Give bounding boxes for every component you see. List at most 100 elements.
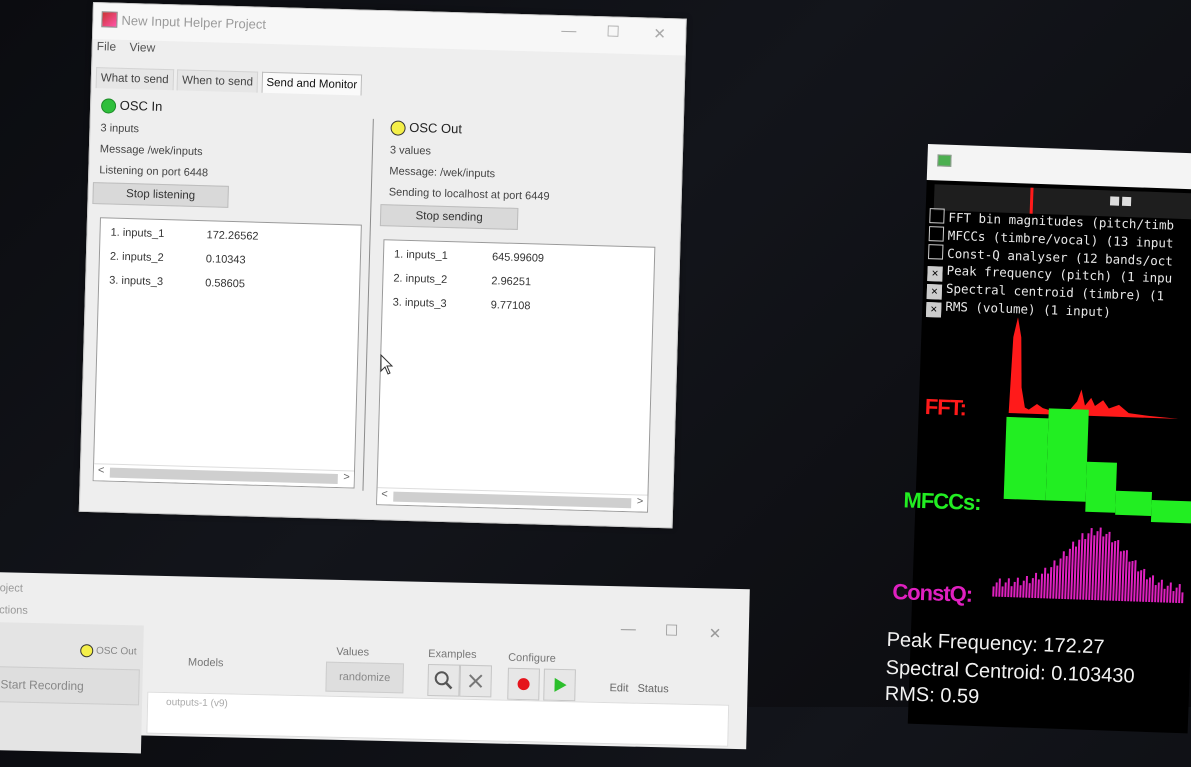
tab-strip: What to send When to send Send and Monit… (95, 67, 363, 98)
osc-in-status-icon (100, 98, 117, 114)
constq-bar (1172, 591, 1175, 603)
wekinator-window: oject ctions — ☐ ✕ OSC Out Start Recordi… (0, 572, 750, 754)
constq-bar (1157, 582, 1160, 603)
checkbox-icon[interactable] (928, 226, 945, 242)
row-name: 2. inputs_2 (109, 250, 164, 265)
row-name: 3. inputs_3 (392, 296, 447, 310)
constq-bar (1004, 582, 1007, 598)
constq-bar (1163, 588, 1166, 603)
constq-bar (1169, 582, 1172, 603)
osc-in-list[interactable]: 1. inputs_1 172.26562 2. inputs_2 0.1034… (92, 217, 362, 489)
fft-marker (1029, 187, 1034, 214)
edit-label[interactable]: Edit (609, 682, 628, 694)
stop-listening-button[interactable]: Stop listening (92, 182, 229, 208)
scroll-right-icon[interactable]: > (637, 495, 644, 507)
row-name: 1. inputs_1 (393, 248, 449, 263)
osc-out-label: OSC Out (95, 645, 137, 658)
delete-examples-button[interactable] (459, 664, 493, 698)
constq-bar (1067, 548, 1071, 600)
minimize-icon[interactable]: — (621, 620, 636, 637)
row-value: 2.96251 (491, 275, 532, 289)
run-button[interactable] (543, 668, 576, 702)
record-sidebar: OSC Out Start Recording (0, 621, 144, 754)
mfcc-bars (1003, 408, 1191, 524)
row-value: 9.77108 (490, 299, 531, 313)
osc-in-listening: Listening on port 6448 (99, 164, 209, 180)
checkbox-icon[interactable] (929, 208, 945, 224)
settings-icon[interactable] (1109, 196, 1120, 206)
mouse-cursor-icon (380, 354, 394, 375)
record-icon (517, 678, 530, 691)
x-icon (468, 674, 483, 688)
constq-bar (1181, 592, 1184, 604)
osc-out-indicator: OSC Out (80, 644, 137, 658)
row-value: 0.10343 (205, 253, 246, 267)
randomize-button[interactable]: randomize (325, 661, 405, 694)
constq-bar (1028, 583, 1031, 598)
scroll-right-icon[interactable]: > (343, 471, 350, 483)
horizontal-scrollbar[interactable]: < > (377, 487, 648, 512)
status-label[interactable]: Status (637, 683, 668, 696)
scroll-thumb[interactable] (109, 467, 338, 485)
panel-divider (362, 118, 374, 491)
osc-out-panel: OSC Out 3 values Message: /wek/inputs Se… (379, 119, 671, 234)
maximize-icon[interactable]: ☐ (606, 22, 620, 40)
stop-sending-button[interactable]: Stop sending (379, 204, 519, 231)
close-icon[interactable]: ✕ (653, 25, 666, 43)
horizontal-scrollbar[interactable]: < > (93, 463, 355, 488)
list-item: 2. inputs_2 2.96251 (393, 272, 531, 288)
menu-file[interactable]: File (97, 39, 117, 54)
osc-in-label: OSC In (119, 97, 163, 114)
constq-bar (1142, 568, 1146, 602)
record-button[interactable] (507, 667, 540, 701)
app-icon (937, 154, 952, 167)
examples-label: Examples (428, 647, 477, 662)
scroll-left-icon[interactable]: < (381, 488, 388, 500)
feature-extractor-window: FFT bin magnitudes (pitch/timb MFCCs (ti… (884, 144, 1191, 734)
close-icon[interactable]: ✕ (709, 624, 722, 642)
menu-view[interactable]: View (129, 40, 155, 55)
constq-bar (1052, 560, 1056, 599)
constq-bar (1145, 579, 1148, 602)
start-recording-button[interactable]: Start Recording (0, 666, 140, 706)
constq-bar (1175, 587, 1178, 603)
osc-in-count: 3 inputs (100, 122, 140, 136)
window-icon[interactable] (1121, 196, 1132, 207)
constq-bar (1154, 585, 1157, 603)
constq-bar (1127, 561, 1131, 602)
tab-what-to-send[interactable]: What to send (95, 67, 174, 91)
constq-bar (1073, 546, 1078, 600)
title-bar (926, 144, 1191, 190)
list-item: 1. inputs_1 645.99609 (393, 248, 544, 265)
feature-visualizer (992, 317, 1191, 604)
scroll-thumb[interactable] (393, 491, 632, 509)
checkbox-icon[interactable] (927, 244, 944, 260)
constq-bar (1178, 584, 1181, 604)
tab-when-to-send[interactable]: When to send (176, 69, 259, 93)
search-examples-button[interactable] (427, 663, 461, 697)
list-item: 3. inputs_3 9.77108 (392, 296, 531, 312)
constq-bar (1001, 586, 1004, 597)
constq-bar (1049, 567, 1053, 599)
minimize-icon[interactable]: — (561, 22, 576, 39)
play-icon (554, 677, 567, 692)
list-item: 1. inputs_1 172.26562 (110, 227, 258, 243)
scroll-left-icon[interactable]: < (98, 464, 105, 476)
peak-frequency-readout: Peak Frequency: 172.27 (886, 628, 1105, 659)
constq-bar (1037, 579, 1040, 599)
row-value: 172.26562 (206, 229, 259, 243)
maximize-icon[interactable]: ☐ (665, 621, 679, 639)
constq-bar (1058, 558, 1062, 599)
menu-actions[interactable]: ctions (0, 604, 28, 617)
constq-bar (1166, 585, 1169, 603)
tab-send-and-monitor[interactable]: Send and Monitor (261, 71, 363, 96)
fft-spectrum (1008, 317, 1179, 419)
app-icon (101, 11, 118, 28)
osc-out-list[interactable]: 1. inputs_1 645.99609 2. inputs_2 2.9625… (376, 239, 656, 513)
model-name: outputs-1 (v9) (165, 697, 228, 710)
constq-bar (1010, 586, 1013, 598)
constq-bar (1136, 571, 1140, 602)
osc-out-status-icon (80, 644, 94, 658)
osc-out-label: OSC Out (409, 119, 463, 137)
osc-out-message: Message: /wek/inputs (389, 165, 496, 181)
